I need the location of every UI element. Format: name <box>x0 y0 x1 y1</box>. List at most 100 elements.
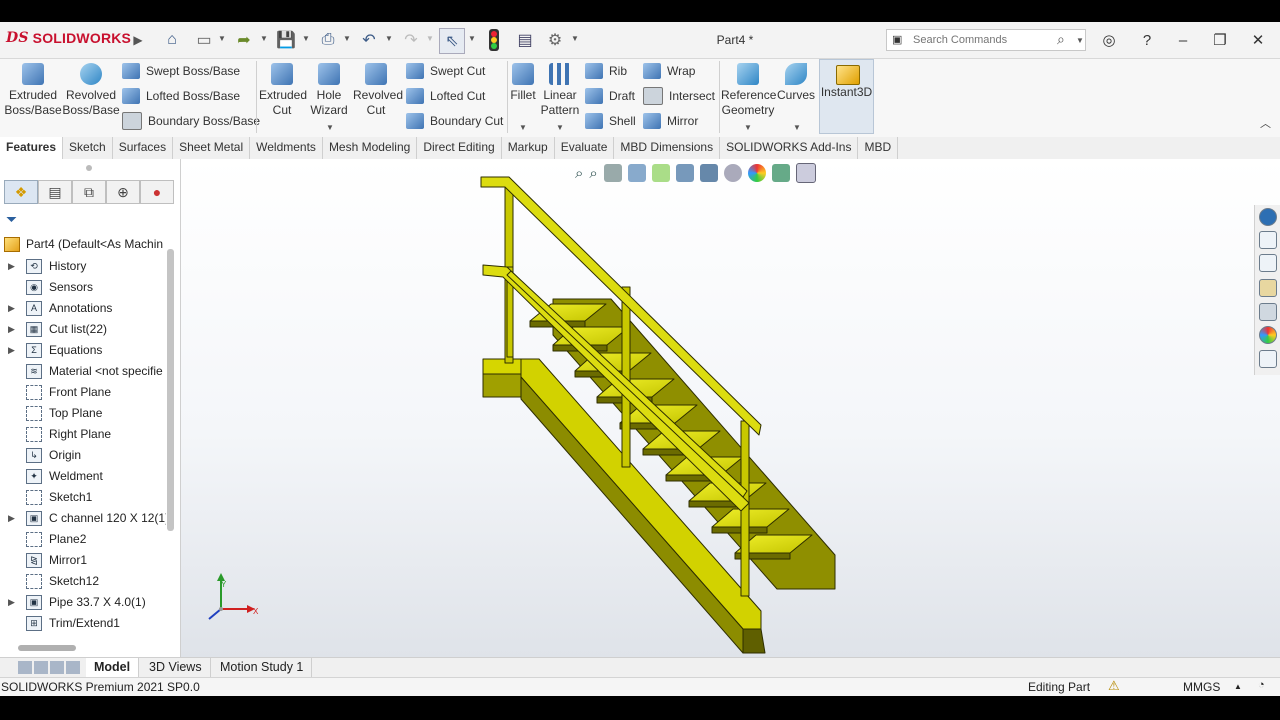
menu-expand-icon[interactable]: ▶ <box>126 28 150 52</box>
instant3d-button[interactable]: Instant3D <box>819 59 874 134</box>
tree-item[interactable]: ⧎ Mirror1 <box>0 550 166 571</box>
tab-sheet-metal[interactable]: Sheet Metal <box>173 137 251 159</box>
user-account-icon[interactable]: ◎ <box>1096 28 1122 52</box>
tree-item[interactable]: Plane2 <box>0 529 166 550</box>
revolved-boss-button[interactable]: Revolved Boss/Base <box>62 61 120 118</box>
last-tab-icon[interactable] <box>66 661 80 674</box>
tree-item[interactable]: ▶ ▣ C channel 120 X 12(1) <box>0 508 166 529</box>
property-manager-tab-icon[interactable]: ▤ <box>38 180 72 204</box>
expand-arrow-icon[interactable]: ▶ <box>8 319 15 340</box>
revolved-cut-button[interactable]: Revolved Cut <box>353 61 403 118</box>
tree-item[interactable]: ≋ Material <not specifie <box>0 361 166 382</box>
draft-button[interactable]: Draft <box>585 86 635 106</box>
tab-sketch[interactable]: Sketch <box>63 137 113 159</box>
options-gear-icon[interactable]: ⚙ <box>543 28 567 52</box>
select-dropdown-icon[interactable]: ▼ <box>468 34 476 43</box>
expand-arrow-icon[interactable]: ▶ <box>8 298 15 319</box>
minimize-window-button[interactable]: – <box>1170 28 1196 52</box>
graphics-area[interactable]: ⌕ ⌕ ▯ ▯ – ❐ ✕ <box>181 159 1280 657</box>
tree-item[interactable]: Front Plane <box>0 382 166 403</box>
tree-item[interactable]: ✦ Weldment <box>0 466 166 487</box>
intersect-button[interactable]: Intersect <box>643 86 715 106</box>
panel-grip[interactable] <box>86 165 92 171</box>
tab-solidworks-addins[interactable]: SOLIDWORKS Add-Ins <box>720 137 859 159</box>
solidworks-resources-icon[interactable] <box>1259 208 1277 226</box>
help-icon[interactable]: ? <box>1134 28 1160 52</box>
undo-icon[interactable]: ↶ <box>357 28 381 52</box>
tree-item[interactable]: ◉ Sensors <box>0 277 166 298</box>
expand-arrow-icon[interactable]: ▶ <box>8 592 15 613</box>
curves-button[interactable]: Curves <box>776 61 816 103</box>
extruded-cut-button[interactable]: Extruded Cut <box>259 61 307 118</box>
view-palette-icon[interactable] <box>1259 303 1277 321</box>
curves-dropdown-icon[interactable]: ▼ <box>793 123 801 132</box>
tab-model[interactable]: Model <box>86 658 140 678</box>
tab-direct-editing[interactable]: Direct Editing <box>417 137 502 159</box>
tree-item[interactable]: ▶ ⟲ History <box>0 256 166 277</box>
reference-geometry-dropdown-icon[interactable]: ▼ <box>744 123 752 132</box>
redo-icon[interactable]: ↷ <box>399 28 423 52</box>
tree-item[interactable]: Sketch12 <box>0 571 166 592</box>
linear-pattern-button[interactable]: Linear Pattern <box>540 61 580 118</box>
select-cursor-icon[interactable]: ⇖ <box>439 28 465 54</box>
save-icon[interactable]: 💾 <box>274 28 298 52</box>
tab-3d-views[interactable]: 3D Views <box>141 658 211 678</box>
first-tab-icon[interactable] <box>18 661 32 674</box>
tab-mbd-dimensions[interactable]: MBD Dimensions <box>614 137 721 159</box>
tab-mbd[interactable]: MBD <box>858 137 899 159</box>
tab-features[interactable]: Features <box>0 137 64 159</box>
tree-item[interactable]: Sketch1 <box>0 487 166 508</box>
tree-item[interactable]: ⊞ Trim/Extend1 <box>0 613 166 634</box>
fillet-dropdown-icon[interactable]: ▼ <box>519 123 527 132</box>
expand-arrow-icon[interactable]: ▶ <box>8 508 15 529</box>
swept-cut-button[interactable]: Swept Cut <box>406 61 485 81</box>
tree-item[interactable]: ▶ ▣ Pipe 33.7 X 4.0(1) <box>0 592 166 613</box>
tab-markup[interactable]: Markup <box>502 137 555 159</box>
feature-manager-tab-icon[interactable]: ❖ <box>4 180 38 204</box>
tree-scrollbar[interactable] <box>167 249 174 531</box>
tab-surfaces[interactable]: Surfaces <box>113 137 174 159</box>
dimxpert-tab-icon[interactable]: ⊕ <box>106 180 140 204</box>
rebuild-status-icon[interactable]: ⚠ <box>1108 678 1120 694</box>
open-dropdown-icon[interactable]: ▼ <box>260 34 268 43</box>
tab-weldments[interactable]: Weldments <box>250 137 323 159</box>
new-dropdown-icon[interactable]: ▼ <box>218 34 226 43</box>
open-icon[interactable]: ➦ <box>232 28 256 52</box>
rebuild-icon[interactable] <box>482 28 506 52</box>
filter-icon[interactable]: ⏷ <box>6 211 17 228</box>
file-properties-icon[interactable]: ▤ <box>513 28 537 52</box>
boundary-boss-button[interactable]: Boundary Boss/Base <box>122 111 260 131</box>
search-icon[interactable]: ⌕ <box>1057 31 1065 48</box>
tree-item[interactable]: ▶ ▦ Cut list(22) <box>0 319 166 340</box>
extruded-boss-button[interactable]: Extruded Boss/Base <box>4 61 62 118</box>
print-dropdown-icon[interactable]: ▼ <box>343 34 351 43</box>
pattern-dropdown-icon[interactable]: ▼ <box>556 123 564 132</box>
mirror-button[interactable]: Mirror <box>643 111 698 131</box>
boundary-cut-button[interactable]: Boundary Cut <box>406 111 503 131</box>
expand-arrow-icon[interactable]: ▶ <box>8 256 15 277</box>
tree-item[interactable]: ↳ Origin <box>0 445 166 466</box>
search-dropdown-icon[interactable]: ▼ <box>1076 36 1084 45</box>
home-icon[interactable]: ⌂ <box>160 28 184 52</box>
expand-arrow-icon[interactable]: ▶ <box>8 340 15 361</box>
save-dropdown-icon[interactable]: ▼ <box>302 34 310 43</box>
next-tab-icon[interactable] <box>50 661 64 674</box>
appearances-icon[interactable] <box>1259 326 1277 344</box>
tree-root-part[interactable]: Part4 (Default<As Machin <box>0 234 166 255</box>
staircase-model[interactable] <box>181 159 1280 657</box>
tree-item[interactable]: ▶ Σ Equations <box>0 340 166 361</box>
search-input[interactable] <box>911 33 1055 47</box>
reference-geometry-button[interactable]: Reference Geometry <box>721 61 776 118</box>
print-icon[interactable]: ⎙ <box>316 28 340 52</box>
units-dropdown-icon[interactable]: ▲ <box>1234 682 1242 691</box>
rib-button[interactable]: Rib <box>585 61 627 81</box>
tab-mesh-modeling[interactable]: Mesh Modeling <box>323 137 418 159</box>
file-explorer-icon[interactable] <box>1259 279 1277 297</box>
customize-status-bar-icon[interactable]: ◔ <box>1258 679 1265 691</box>
tab-motion-study[interactable]: Motion Study 1 <box>212 658 313 678</box>
restore-window-button[interactable]: ❐ <box>1207 28 1233 52</box>
swept-boss-button[interactable]: Swept Boss/Base <box>122 61 240 81</box>
close-window-button[interactable]: ✕ <box>1245 28 1271 52</box>
redo-dropdown-icon[interactable]: ▼ <box>426 34 434 43</box>
tree-item[interactable]: Right Plane <box>0 424 166 445</box>
